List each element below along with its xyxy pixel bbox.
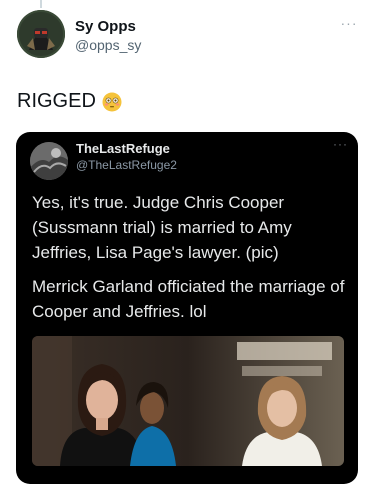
quoted-photo[interactable] bbox=[32, 336, 344, 466]
flushed-face-emoji-icon bbox=[102, 92, 122, 111]
user-handle[interactable]: @opps_sy bbox=[75, 36, 141, 54]
quoted-paragraph-2: Merrick Garland officiated the marriage … bbox=[32, 277, 345, 321]
tweet-header: Sy Opps @opps_sy ··· bbox=[17, 10, 361, 62]
tweet-body: RIGGED bbox=[17, 90, 96, 112]
display-name[interactable]: Sy Opps bbox=[75, 18, 141, 36]
avatar[interactable] bbox=[17, 10, 65, 58]
quoted-display-name[interactable]: TheLastRefuge bbox=[76, 141, 177, 157]
quoted-more-options-button[interactable]: ··· bbox=[333, 138, 348, 150]
avatar-image bbox=[17, 10, 65, 58]
quoted-avatar[interactable] bbox=[30, 142, 68, 180]
author-names: Sy Opps @opps_sy bbox=[75, 18, 141, 54]
quoted-photo-image bbox=[32, 336, 344, 466]
quoted-tweet-body: Yes, it's true. Judge Chris Cooper (Suss… bbox=[32, 190, 350, 324]
quoted-author-names: TheLastRefuge @TheLastRefuge2 bbox=[76, 141, 177, 173]
quoted-tweet-card[interactable]: TheLastRefuge @TheLastRefuge2 ··· Yes, i… bbox=[16, 132, 358, 484]
tweet-text: RIGGED bbox=[17, 90, 122, 113]
quoted-user-handle[interactable]: @TheLastRefuge2 bbox=[76, 157, 177, 173]
quoted-avatar-image bbox=[30, 142, 68, 180]
quoted-paragraph-1: Yes, it's true. Judge Chris Cooper (Suss… bbox=[32, 193, 292, 262]
thread-connector-line bbox=[40, 0, 42, 8]
more-options-button[interactable]: ··· bbox=[337, 16, 361, 34]
